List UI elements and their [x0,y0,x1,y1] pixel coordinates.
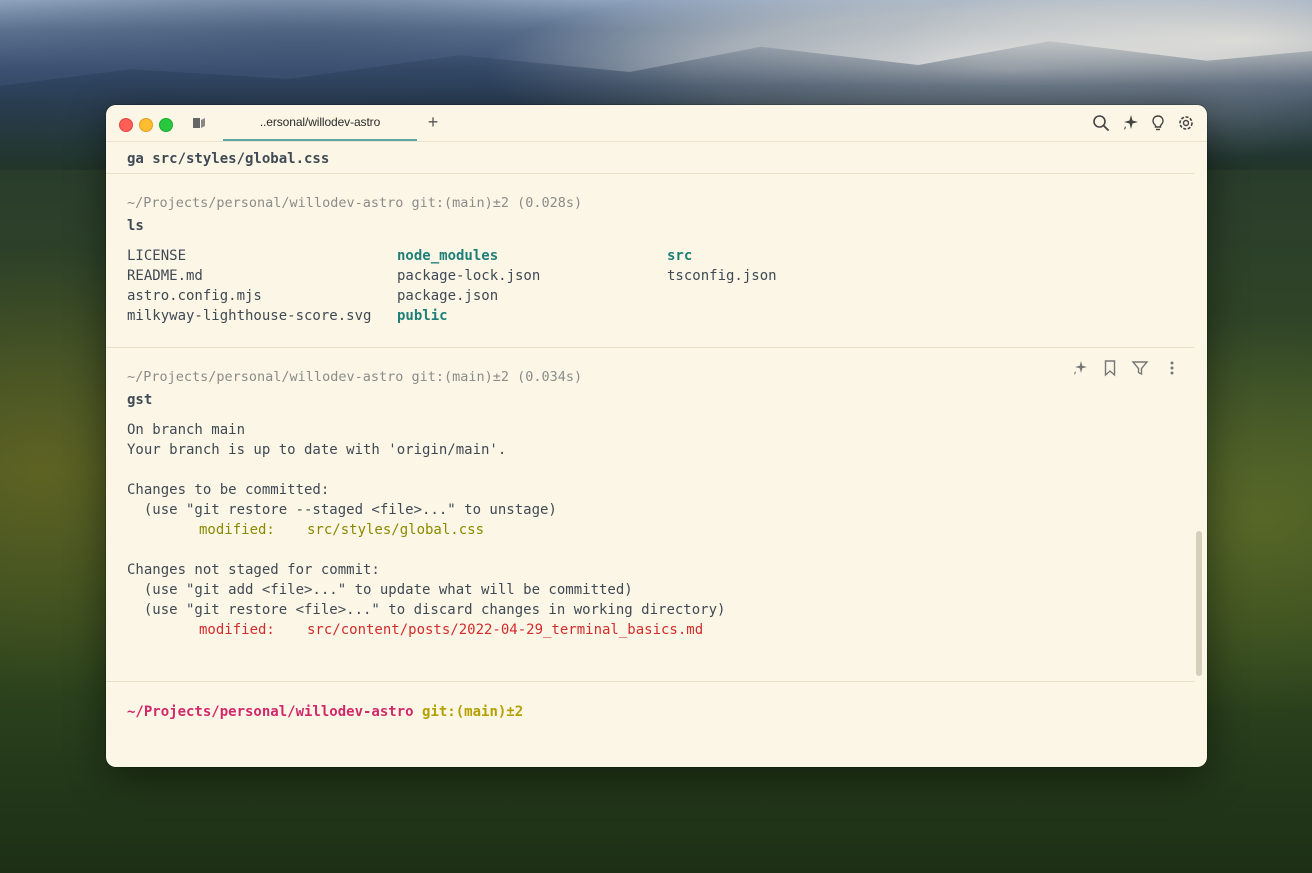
terminal-output: ga src/styles/global.css ~/Projects/pers… [106,142,1207,767]
block-divider [106,681,1194,682]
prompt-path: ~/Projects/personal/willodev-astro [127,704,414,720]
output-line: Changes to be committed: [127,482,330,498]
search-icon[interactable] [1092,114,1110,132]
tab-active[interactable]: ..ersonal/willodev-astro [223,105,417,141]
block-prompt: ~/Projects/personal/willodev-astro git:(… [127,195,583,211]
command-text: ga src/styles/global.css [127,151,330,167]
ai-sparkle-icon[interactable] [1071,359,1089,377]
output-line: Changes not staged for commit: [127,562,380,578]
list-item: public [397,308,448,324]
title-bar: ..ersonal/willodev-astro + [106,105,1207,142]
input-prompt[interactable]: ~/Projects/personal/willodev-astro git:(… [127,702,523,722]
output-line: Your branch is up to date with 'origin/m… [127,442,507,458]
staged-label: modified: [199,522,275,538]
lightbulb-icon[interactable] [1149,114,1167,132]
sidebar-toggle-icon[interactable] [191,116,207,130]
zoom-button[interactable] [159,118,173,132]
terminal-window: ..ersonal/willodev-astro + ga src/styles… [106,105,1207,767]
list-item: tsconfig.json [667,268,777,284]
bookmark-icon[interactable] [1101,359,1119,377]
new-tab-button[interactable]: + [424,111,442,133]
output-line: On branch main [127,422,246,438]
ai-sparkle-icon[interactable] [1121,114,1139,132]
staged-file: src/styles/global.css [307,522,485,538]
block-prompt: ~/Projects/personal/willodev-astro git:(… [127,369,583,385]
prompt-git: git:(main)±2 [422,704,524,720]
filter-icon[interactable] [1131,359,1149,377]
output-line: (use "git restore <file>..." to discard … [127,602,726,618]
unstaged-file: src/content/posts/2022-04-29_terminal_ba… [307,622,704,638]
command-text: gst [127,392,153,408]
list-item: package.json [397,288,499,304]
list-item: astro.config.mjs [127,288,262,304]
list-item: README.md [127,268,203,284]
list-item: package-lock.json [397,268,541,284]
block-divider [106,347,1194,348]
close-button[interactable] [119,118,133,132]
list-item: milkyway-lighthouse-score.svg [127,308,372,324]
block-divider [106,173,1194,174]
list-item: node_modules [397,248,499,264]
unstaged-label: modified: [199,622,275,638]
command-text: ls [127,218,144,234]
list-item: LICENSE [127,248,187,264]
block-toolbar [1071,359,1183,379]
list-item: src [667,248,693,264]
more-vertical-icon[interactable] [1163,359,1181,377]
output-line: (use "git restore --staged <file>..." to… [127,502,557,518]
minimize-button[interactable] [139,118,153,132]
output-line: (use "git add <file>..." to update what … [127,582,633,598]
scrollbar[interactable] [1196,531,1202,676]
settings-gear-icon[interactable] [1177,114,1195,132]
tab-label: ..ersonal/willodev-astro [259,115,381,129]
